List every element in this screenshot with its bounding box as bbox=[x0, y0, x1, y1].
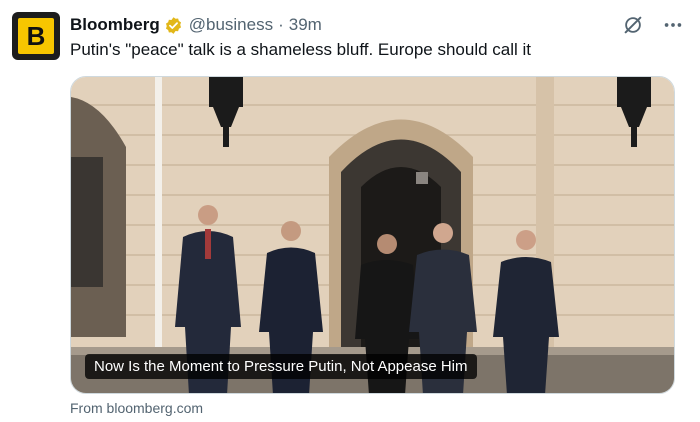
account-name[interactable]: Bloomberg bbox=[70, 15, 160, 35]
tweet-text: Putin's "peace" talk is a shameless bluf… bbox=[70, 40, 532, 59]
grok-icon[interactable] bbox=[620, 12, 646, 38]
bloomberg-logo: B bbox=[18, 18, 54, 54]
link-card-image[interactable]: Now Is the Moment to Pressure Putin, Not… bbox=[70, 76, 675, 394]
leaders-photo bbox=[71, 77, 674, 393]
account-handle[interactable]: @business bbox=[189, 15, 273, 35]
card-headline[interactable]: Now Is the Moment to Pressure Putin, Not… bbox=[85, 354, 477, 379]
card-source[interactable]: From bloomberg.com bbox=[70, 400, 203, 416]
timestamp[interactable]: 39m bbox=[289, 15, 322, 35]
separator-dot: · bbox=[278, 15, 284, 34]
tweet-header: Bloomberg @business · 39m bbox=[70, 14, 322, 36]
verified-badge-icon bbox=[164, 16, 183, 35]
avatar[interactable]: B bbox=[12, 12, 60, 60]
more-icon[interactable] bbox=[660, 12, 686, 38]
header-actions bbox=[620, 12, 686, 38]
